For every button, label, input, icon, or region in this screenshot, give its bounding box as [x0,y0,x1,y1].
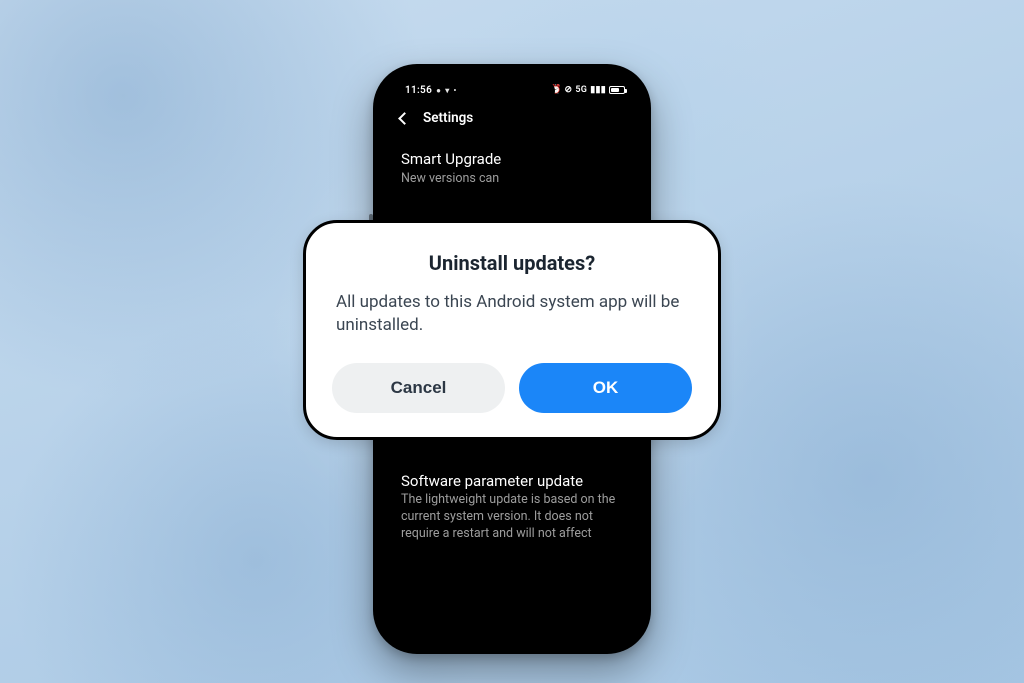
notch [469,80,555,102]
dialog-message: All updates to this Android system app w… [332,291,692,337]
page-title: Settings [423,110,473,126]
back-icon[interactable] [398,112,411,125]
setting-title: Smart Upgrade [401,150,623,169]
uninstall-updates-dialog: Uninstall updates? All updates to this A… [303,220,721,440]
status-dot-icon: ● [436,86,441,95]
setting-title: Software parameter update [401,472,623,491]
setting-item-software-parameter-update[interactable]: Software parameter update The lightweigh… [401,462,623,557]
ok-button[interactable]: OK [519,363,692,413]
setting-subtitle: The lightweight update is based on the c… [401,492,623,543]
status-left: 11:56 ● ▾ • [405,85,457,96]
setting-item-smart-upgrade[interactable]: Smart Upgrade New versions can [401,140,623,202]
setting-subtitle: New versions can [401,171,623,188]
cancel-button[interactable]: Cancel [332,363,505,413]
status-right: ⏰ ⊘ 5G ▮▮▮ [550,85,625,95]
signal-icon: ▮▮▮ [590,85,606,95]
status-time: 11:56 [405,85,432,96]
page-header: Settings [383,100,641,140]
battery-icon [609,86,625,94]
dialog-title: Uninstall updates? [332,251,692,275]
status-arrow-icon: ▾ [445,86,449,95]
status-more-icon: • [454,86,457,95]
dnd-icon: ⊘ [565,85,573,95]
network-label: 5G [575,85,587,95]
dialog-button-row: Cancel OK [332,363,692,413]
